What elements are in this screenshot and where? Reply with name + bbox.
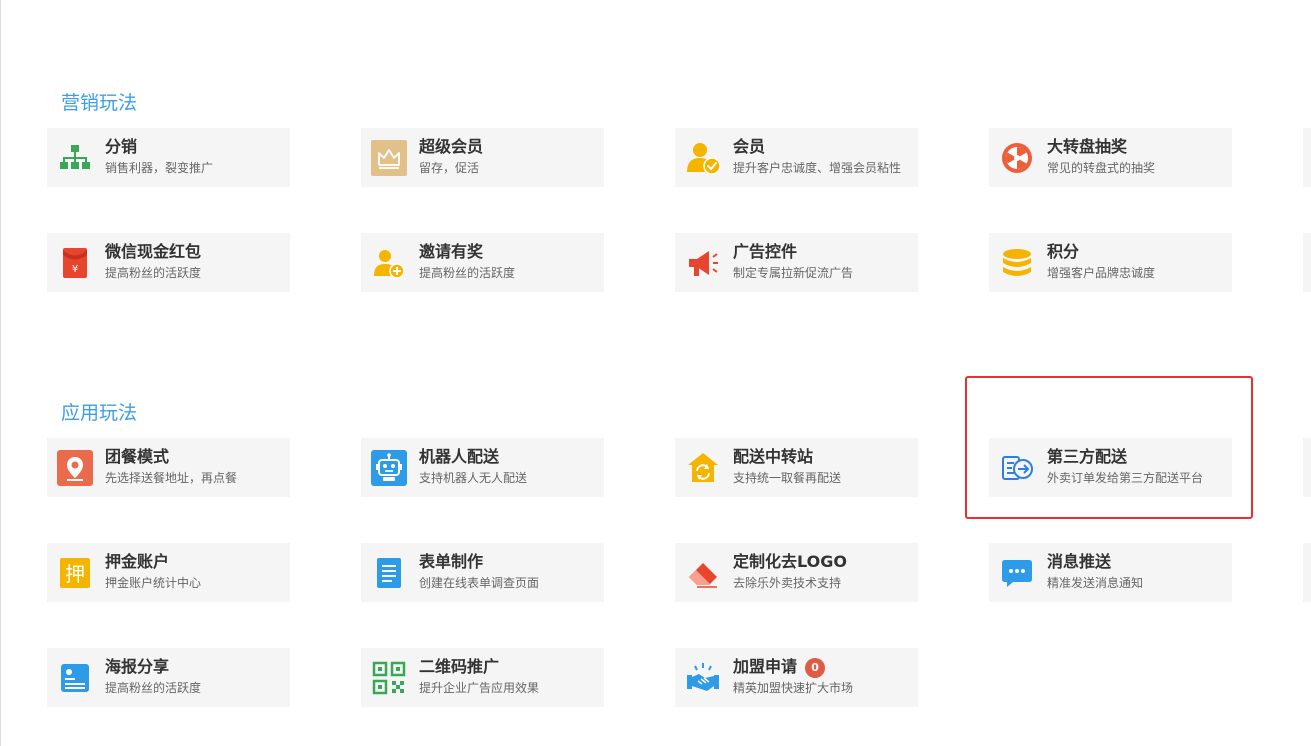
card-title: 机器人配送 bbox=[419, 447, 500, 466]
card-title: 加盟申请 0 bbox=[733, 657, 826, 678]
card-desc: 提高粉丝的活跃度 bbox=[105, 681, 202, 695]
card-super-member[interactable]: 超级会员 留存，促活 bbox=[361, 128, 604, 187]
card-robot-delivery[interactable]: 机器人配送 支持机器人无人配送 bbox=[361, 438, 604, 497]
card-title: 第三方配送 bbox=[1047, 447, 1128, 466]
page-left-border bbox=[0, 0, 1, 746]
card-poster-share[interactable]: 海报分享 提高粉丝的活跃度 bbox=[47, 648, 290, 707]
card-partial-edge[interactable] bbox=[1303, 438, 1311, 497]
card-desc: 押金账户统计中心 bbox=[105, 576, 202, 590]
card-remove-logo[interactable]: 定制化去LOGO 去除乐外卖技术支持 bbox=[675, 543, 918, 602]
card-title: 超级会员 bbox=[419, 137, 484, 156]
form-icon bbox=[371, 555, 407, 591]
coins-icon bbox=[999, 245, 1035, 281]
card-title: 分销 bbox=[105, 137, 138, 156]
notification-badge: 0 bbox=[805, 658, 826, 678]
card-title: 二维码推广 bbox=[419, 657, 500, 676]
card-desc: 留存，促活 bbox=[419, 161, 480, 175]
card-ad-control[interactable]: 广告控件 制定专属拉新促流广告 bbox=[675, 233, 918, 292]
card-third-party-delivery[interactable]: 第三方配送 外卖订单发给第三方配送平台 bbox=[989, 438, 1232, 497]
megaphone-icon bbox=[685, 245, 721, 281]
robot-icon bbox=[371, 450, 407, 486]
card-partial-edge[interactable] bbox=[1303, 128, 1311, 187]
crown-icon bbox=[371, 140, 407, 176]
card-desc: 提升企业广告应用效果 bbox=[419, 681, 540, 695]
card-message-push[interactable]: 消息推送 精准发送消息通知 bbox=[989, 543, 1232, 602]
card-title: 微信现金红包 bbox=[105, 242, 202, 261]
card-desc: 去除乐外卖技术支持 bbox=[733, 576, 842, 590]
card-distribution[interactable]: 分销 销售利器，裂变推广 bbox=[47, 128, 290, 187]
eraser-icon bbox=[685, 555, 721, 591]
card-title: 团餐模式 bbox=[105, 447, 170, 466]
card-desc: 制定专属拉新促流广告 bbox=[733, 266, 854, 280]
card-title: 海报分享 bbox=[105, 657, 170, 676]
card-desc: 支持统一取餐再配送 bbox=[733, 471, 842, 485]
card-qrcode-promotion[interactable]: 二维码推广 提升企业广告应用效果 bbox=[361, 648, 604, 707]
card-desc: 精准发送消息通知 bbox=[1047, 576, 1144, 590]
section-title-application: 应用玩法 bbox=[61, 402, 138, 424]
card-title: 定制化去LOGO bbox=[733, 552, 847, 571]
message-icon bbox=[999, 555, 1035, 591]
card-desc: 提高粉丝的活跃度 bbox=[419, 266, 516, 280]
card-desc: 提高粉丝的活跃度 bbox=[105, 266, 202, 280]
card-franchise-application[interactable]: 加盟申请 0 精英加盟快速扩大市场 bbox=[675, 648, 918, 707]
card-desc: 增强客户品牌忠诚度 bbox=[1047, 266, 1156, 280]
transfer-station-icon bbox=[685, 450, 721, 486]
card-wechat-red-envelope[interactable]: ¥ 微信现金红包 提高粉丝的活跃度 bbox=[47, 233, 290, 292]
card-points[interactable]: 积分 增强客户品牌忠诚度 bbox=[989, 233, 1232, 292]
card-form-builder[interactable]: 表单制作 创建在线表单调查页面 bbox=[361, 543, 604, 602]
card-deposit-account[interactable]: 押 押金账户 押金账户统计中心 bbox=[47, 543, 290, 602]
card-title: 广告控件 bbox=[733, 242, 798, 261]
wheel-icon bbox=[999, 140, 1035, 176]
card-desc: 先选择送餐地址，再点餐 bbox=[105, 471, 238, 485]
card-title: 押金账户 bbox=[105, 552, 170, 571]
card-desc: 精英加盟快速扩大市场 bbox=[733, 681, 854, 695]
member-icon bbox=[685, 140, 721, 176]
location-pin-icon bbox=[57, 450, 93, 486]
org-chart-icon bbox=[57, 140, 93, 176]
card-desc: 常见的转盘式的抽奖 bbox=[1047, 161, 1156, 175]
card-title: 大转盘抽奖 bbox=[1047, 137, 1128, 156]
card-title-text: 加盟申请 bbox=[733, 657, 798, 676]
third-party-delivery-icon bbox=[999, 450, 1035, 486]
card-invite-reward[interactable]: 邀请有奖 提高粉丝的活跃度 bbox=[361, 233, 604, 292]
handshake-icon bbox=[685, 660, 721, 696]
card-group-meal[interactable]: 团餐模式 先选择送餐地址，再点餐 bbox=[47, 438, 290, 497]
card-partial-edge[interactable] bbox=[1303, 543, 1311, 602]
card-transfer-station[interactable]: 配送中转站 支持统一取餐再配送 bbox=[675, 438, 918, 497]
card-desc: 提升客户忠诚度、增强会员粘性 bbox=[733, 161, 902, 175]
card-partial-edge[interactable] bbox=[1303, 233, 1311, 292]
card-desc: 创建在线表单调查页面 bbox=[419, 576, 540, 590]
card-desc: 外卖订单发给第三方配送平台 bbox=[1047, 471, 1204, 485]
card-desc: 销售利器，裂变推广 bbox=[105, 161, 214, 175]
svg-text:¥: ¥ bbox=[72, 264, 78, 275]
card-desc: 支持机器人无人配送 bbox=[419, 471, 528, 485]
qrcode-icon bbox=[371, 660, 407, 696]
card-title: 表单制作 bbox=[419, 552, 484, 571]
section-title-marketing: 营销玩法 bbox=[61, 92, 138, 114]
card-title: 积分 bbox=[1047, 242, 1080, 261]
card-lucky-wheel[interactable]: 大转盘抽奖 常见的转盘式的抽奖 bbox=[989, 128, 1232, 187]
deposit-icon: 押 bbox=[57, 555, 93, 591]
deposit-glyph: 押 bbox=[65, 562, 85, 586]
card-title: 配送中转站 bbox=[733, 447, 814, 466]
card-title: 邀请有奖 bbox=[419, 242, 484, 261]
card-title: 消息推送 bbox=[1047, 552, 1112, 571]
red-envelope-icon: ¥ bbox=[57, 245, 93, 281]
invite-user-icon bbox=[371, 245, 407, 281]
card-title: 会员 bbox=[733, 137, 766, 156]
card-member[interactable]: 会员 提升客户忠诚度、增强会员粘性 bbox=[675, 128, 918, 187]
poster-icon bbox=[57, 660, 93, 696]
